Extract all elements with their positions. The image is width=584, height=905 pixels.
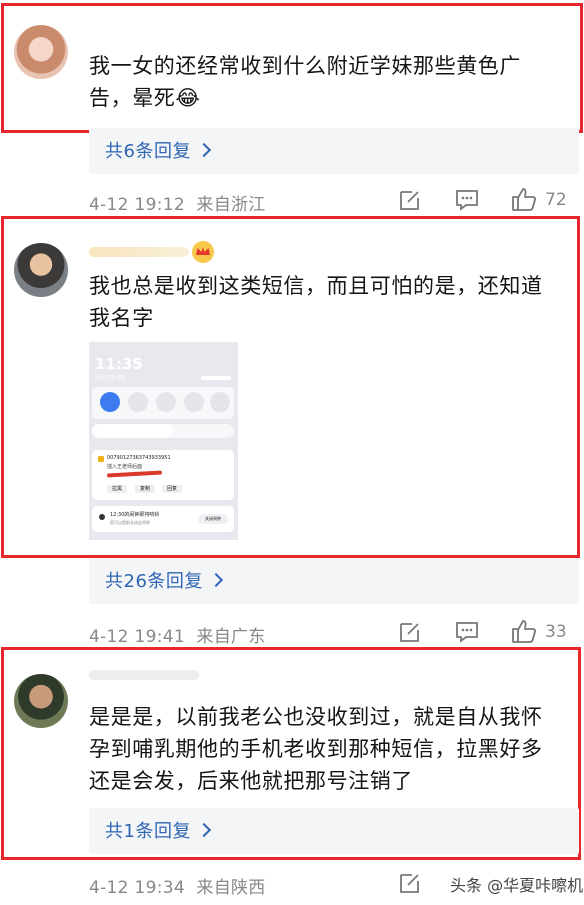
alarm-title: 12:30的闹钟即将响铃 xyxy=(110,512,160,518)
replies-link[interactable]: 共1条回复 xyxy=(105,817,212,843)
comment-text: 是是是，以前我老公也没收到过，就是自从我怀 孕到哺乳期他的手机老收到那种短信，拉… xyxy=(89,705,543,793)
avatar[interactable] xyxy=(14,25,68,79)
thumbs-up-icon[interactable] xyxy=(510,618,538,644)
chevron-right-icon xyxy=(196,822,212,838)
toggle-icon[interactable] xyxy=(210,392,230,412)
comment-meta: 4-12 19:34 来自陕西 xyxy=(89,878,266,898)
comment-meta: 4-12 19:12 来自浙江 xyxy=(89,195,266,215)
reply-button[interactable]: 回复 xyxy=(162,485,182,493)
sms-notification[interactable]: 00790127363743933951 插入王老师后面 拉黑 复制 回复 xyxy=(92,450,234,500)
comment-icon[interactable] xyxy=(454,620,480,644)
reply-bar[interactable]: 共26条回复 xyxy=(89,558,579,604)
avatar[interactable] xyxy=(14,674,68,728)
avatar[interactable] xyxy=(14,243,68,297)
chevron-right-icon xyxy=(196,142,212,158)
sms-number: 00790127363743933951 xyxy=(107,455,171,461)
chevron-right-icon xyxy=(208,572,223,588)
comment-text: 我一女的还经常收到什么附近学妹那些黄色广 告，晕死😂 xyxy=(89,54,521,110)
watermark: 头条 @华夏咔嚓机 xyxy=(450,876,584,895)
highlight-box-2 xyxy=(1,216,580,558)
share-icon[interactable] xyxy=(398,188,422,212)
like-count: 33 xyxy=(545,622,567,642)
status-time: 11:35 xyxy=(95,355,143,373)
share-icon[interactable] xyxy=(398,620,422,644)
reply-bar[interactable]: 共1条回复 xyxy=(89,808,579,854)
sms-preview: 插入王老师后面 xyxy=(107,464,143,470)
redaction-scribble xyxy=(106,470,163,478)
crown-badge-icon xyxy=(192,241,214,263)
brightness-slider[interactable] xyxy=(92,424,234,438)
comment-meta: 4-12 19:41 来自广东 xyxy=(89,627,266,647)
replies-link[interactable]: 共6条回复 xyxy=(105,137,212,163)
alarm-icon xyxy=(99,514,105,520)
status-date: 5月27日 周五 xyxy=(95,375,127,381)
copy-button[interactable]: 复制 xyxy=(135,485,155,493)
alarm-subtitle: 您可以提前关闭此闹钟 xyxy=(110,520,150,525)
status-icons xyxy=(201,376,231,380)
block-button[interactable]: 拉黑 xyxy=(107,485,127,493)
replies-link[interactable]: 共26条回复 xyxy=(105,567,223,593)
share-icon[interactable] xyxy=(398,871,422,895)
dismiss-alarm-button[interactable]: 关闭闹钟 xyxy=(198,514,228,524)
comment-text: 我也总是收到这类短信，而且可怕的是，还知道 我名字 xyxy=(89,274,543,330)
attached-screenshot[interactable]: 11:35 5月27日 周五 00790127363743933951 插入王老… xyxy=(89,342,238,540)
message-icon xyxy=(98,456,104,462)
thumbs-up-icon[interactable] xyxy=(510,186,538,212)
alarm-notification[interactable]: 12:30的闹钟即将响铃 您可以提前关闭此闹钟 关闭闹钟 xyxy=(92,506,234,532)
username-blurred xyxy=(89,247,189,257)
like-count: 72 xyxy=(545,190,567,210)
username-blurred xyxy=(89,670,199,680)
toggle-icon[interactable] xyxy=(128,392,148,412)
reply-bar[interactable]: 共6条回复 xyxy=(89,128,579,174)
toggle-icon[interactable] xyxy=(156,392,176,412)
toggle-icon[interactable] xyxy=(184,392,204,412)
quick-settings-panel xyxy=(92,387,234,419)
comment-icon[interactable] xyxy=(454,188,480,212)
wifi-toggle-icon[interactable] xyxy=(100,392,120,412)
